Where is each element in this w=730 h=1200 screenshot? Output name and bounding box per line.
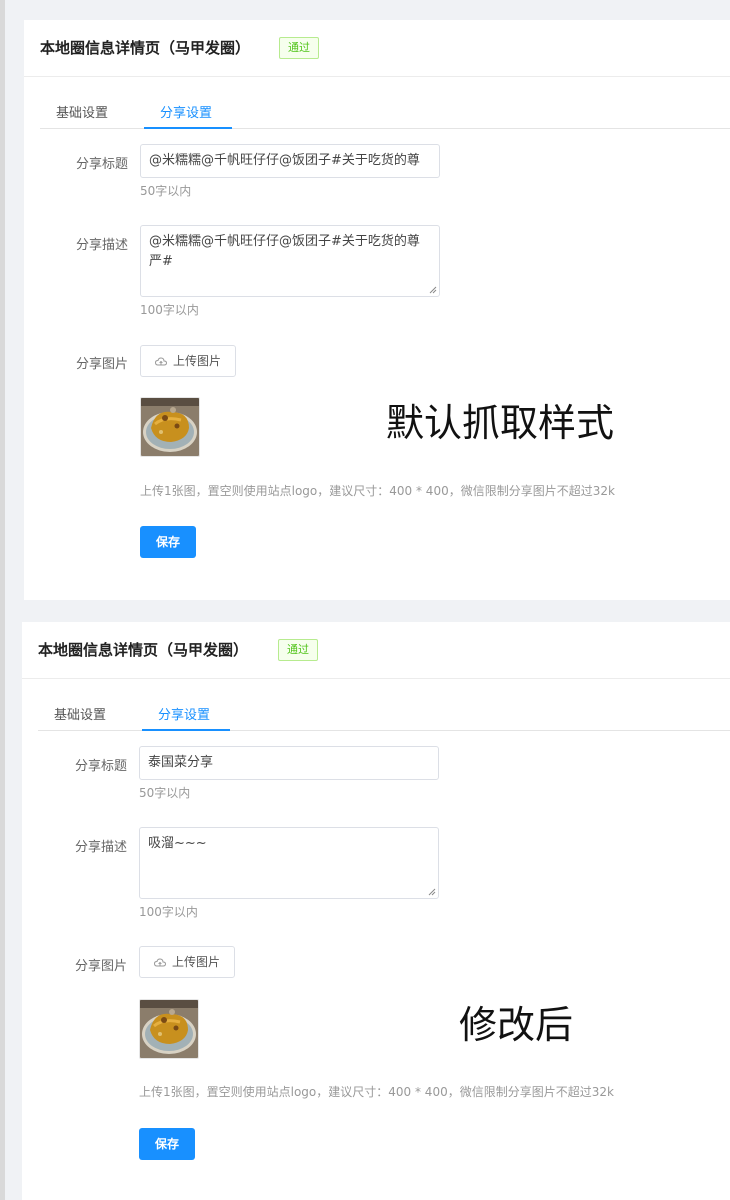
share-title-label: 分享标题	[74, 759, 127, 774]
share-title-input[interactable]: @米糯糯@千帆旺仔仔@饭团子#关于吃货的尊	[140, 144, 440, 178]
resize-grip-icon[interactable]	[429, 286, 437, 294]
image-help-text: 上传1张图，置空则使用站点logo，建议尺寸：400 * 400，微信限制分享图…	[140, 484, 615, 498]
status-badge: 通过	[278, 639, 318, 661]
tab-basic-settings[interactable]: 基础设置	[56, 102, 108, 121]
tab-bar: 基础设置 分享设置	[38, 694, 730, 731]
cloud-upload-icon	[154, 957, 166, 966]
share-image-label: 分享图片	[75, 357, 128, 372]
share-image-thumbnail[interactable]	[139, 999, 199, 1059]
upload-button-label: 上传图片	[172, 955, 221, 969]
active-tab-indicator	[144, 127, 232, 129]
panel-header: 本地圈信息详情页（马甲发圈） 通过	[24, 20, 730, 77]
share-desc-label: 分享描述	[75, 238, 128, 253]
share-title-help: 50字以内	[139, 786, 191, 800]
overlay-annotation: 默认抓取样式	[386, 401, 615, 445]
share-desc-text: @米糯糯@千帆旺仔仔@饭团子#关于吃货的尊严#	[149, 234, 420, 269]
share-desc-textarea[interactable]: @米糯糯@千帆旺仔仔@饭团子#关于吃货的尊严#	[140, 225, 440, 297]
active-tab-indicator	[142, 729, 230, 731]
share-desc-textarea[interactable]: 吸溜~~~	[139, 827, 439, 899]
tab-share-settings[interactable]: 分享设置	[160, 102, 212, 121]
share-image-label: 分享图片	[74, 959, 127, 974]
page-title: 本地圈信息详情页（马甲发圈）	[40, 39, 251, 57]
status-badge: 通过	[279, 37, 319, 59]
save-button[interactable]: 保存	[139, 1128, 195, 1160]
share-image-thumbnail[interactable]	[140, 397, 200, 457]
upload-image-button[interactable]: 上传图片	[140, 345, 237, 377]
share-desc-help: 100字以内	[140, 303, 199, 317]
cloud-upload-icon	[155, 356, 167, 365]
left-rail	[0, 0, 5, 1200]
upload-image-button[interactable]: 上传图片	[139, 946, 236, 978]
resize-grip-icon[interactable]	[428, 888, 436, 896]
share-title-label: 分享标题	[75, 157, 128, 172]
panel-header: 本地圈信息详情页（马甲发圈） 通过	[22, 622, 730, 679]
share-desc-label: 分享描述	[74, 840, 127, 855]
settings-panel-default: 本地圈信息详情页（马甲发圈） 通过 基础设置 分享设置 分享标题 @米糯糯@千帆…	[24, 20, 730, 600]
tab-share-settings[interactable]: 分享设置	[158, 704, 210, 723]
food-photo-image	[141, 398, 199, 456]
upload-button-label: 上传图片	[173, 354, 222, 368]
settings-panel-modified: 本地圈信息详情页（马甲发圈） 通过 基础设置 分享设置 分享标题 泰国菜分享 5…	[22, 622, 730, 1200]
food-photo-image	[140, 1000, 198, 1058]
tab-bar: 基础设置 分享设置	[40, 92, 730, 129]
tab-basic-settings[interactable]: 基础设置	[54, 704, 106, 723]
share-title-help: 50字以内	[140, 184, 192, 198]
save-button[interactable]: 保存	[140, 526, 196, 558]
share-desc-text: 吸溜~~~	[148, 836, 207, 851]
share-desc-help: 100字以内	[139, 905, 198, 919]
share-title-input[interactable]: 泰国菜分享	[139, 746, 439, 780]
overlay-annotation: 修改后	[459, 1003, 574, 1047]
page-title: 本地圈信息详情页（马甲发圈）	[38, 641, 249, 659]
image-help-text: 上传1张图，置空则使用站点logo，建议尺寸：400 * 400，微信限制分享图…	[139, 1085, 614, 1099]
